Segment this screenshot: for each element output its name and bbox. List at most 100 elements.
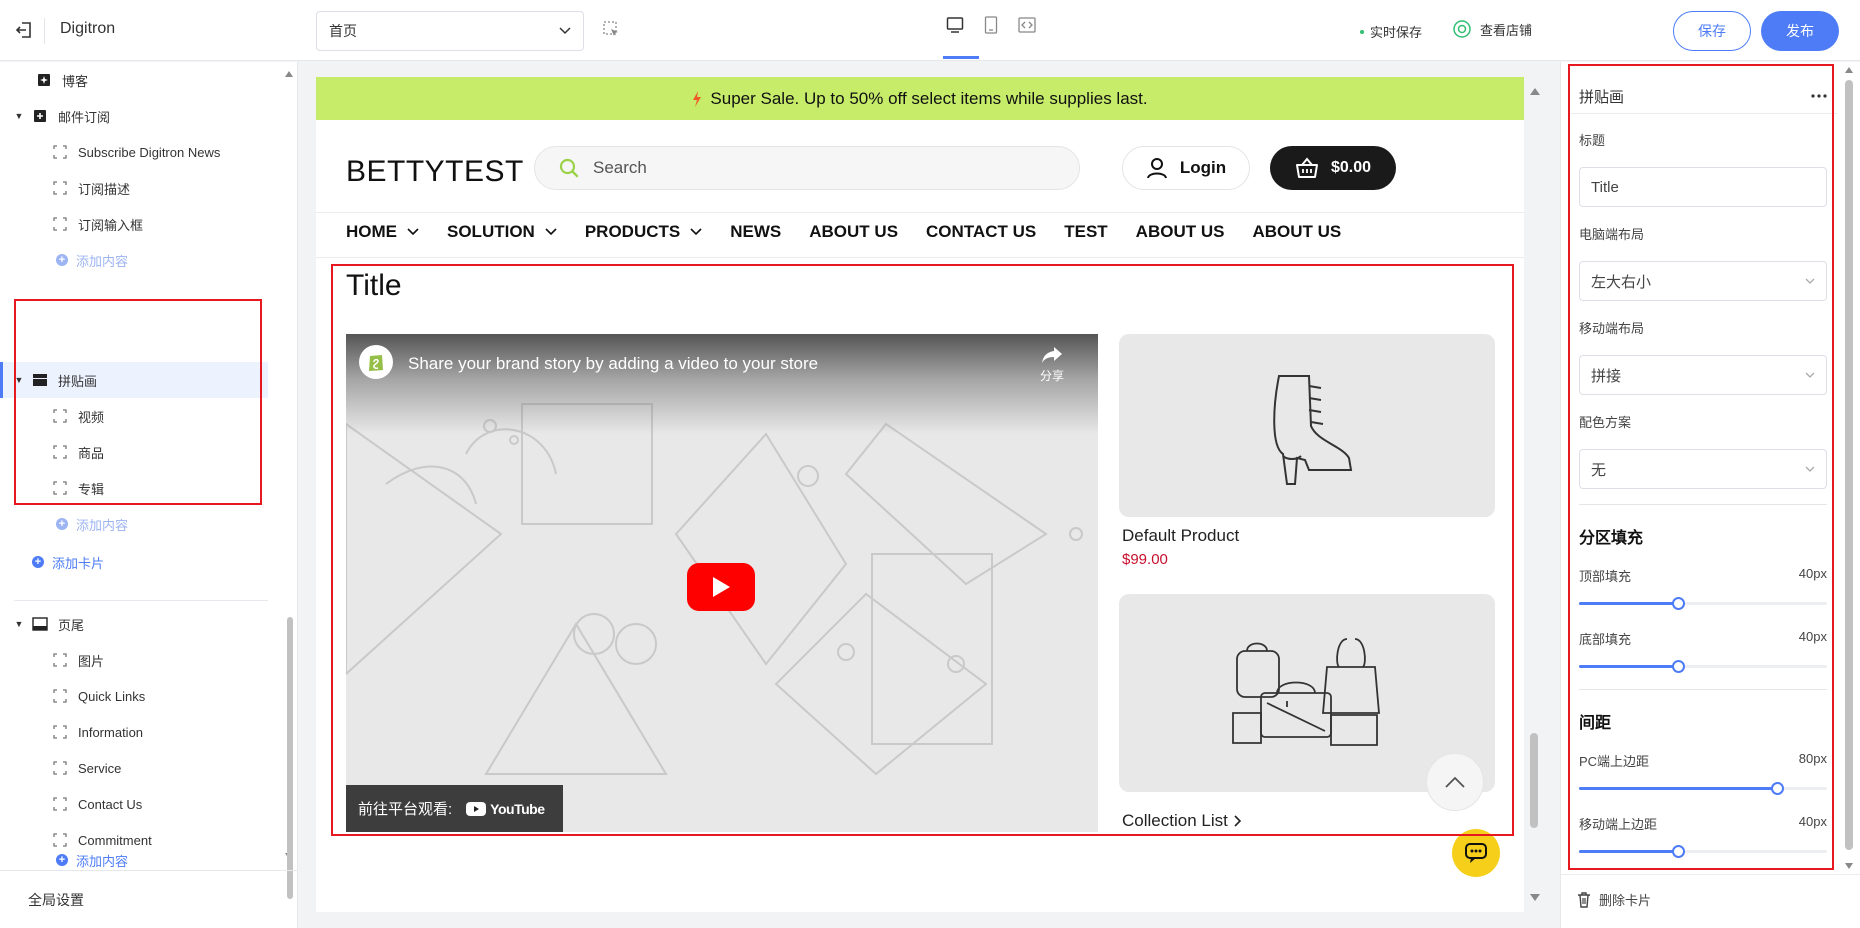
nav-item-contact-us[interactable]: CONTACT US (926, 222, 1036, 242)
tree-subitem[interactable]: 订阅输入框 (52, 206, 143, 242)
nav-item-solution[interactable]: SOLUTION (447, 222, 557, 242)
autosave-status: 实时保存 (1360, 22, 1422, 41)
selected-section-frame (331, 264, 1514, 836)
nav-item-about-us[interactable]: ABOUT US (1252, 222, 1341, 242)
login-label: Login (1179, 158, 1227, 177)
store-header: BETTYTEST Search Login $0.00 (316, 120, 1524, 212)
settings-panel: 拼贴画 标题 电脑端布局 左大右小 移动端布局 拼接 配色方案 无 分区填充 顶… (1560, 62, 1860, 928)
nav-item-products[interactable]: PRODUCTS (585, 222, 702, 242)
login-button[interactable]: Login (1122, 146, 1250, 190)
nav-label: ABOUT US (1252, 222, 1342, 241)
caret-down-icon[interactable]: ▼ (14, 111, 24, 121)
tree-subitem[interactable]: 图片 (52, 642, 104, 678)
plus-circle-icon: + (56, 518, 68, 530)
sidebar-scroll-thumb[interactable] (287, 617, 293, 899)
tree-subitem-label: Subscribe Digitron News (78, 144, 221, 160)
fullscreen-view-icon[interactable] (1016, 14, 1038, 36)
scroll-down-icon[interactable] (1529, 893, 1541, 902)
tree-item-email-subscription[interactable]: ▼ 邮件订阅 (14, 98, 110, 134)
view-store-link[interactable]: 查看店铺 (1452, 19, 1532, 39)
topbar-divider (44, 18, 45, 44)
block-icon (52, 180, 68, 196)
search-placeholder: Search (593, 158, 647, 177)
tree-subitem[interactable]: Subscribe Digitron News (52, 134, 220, 170)
scroll-down-icon[interactable] (1844, 862, 1854, 870)
tree-item-label: 博客 (62, 73, 89, 89)
store-search-input[interactable]: Search (534, 146, 1080, 190)
nav-label: ABOUT US (1135, 222, 1225, 241)
page-select[interactable]: 首页 (316, 11, 584, 51)
nav-item-test[interactable]: TEST (1064, 222, 1107, 242)
plus-square-icon (32, 108, 48, 124)
preview-scroll-thumb[interactable] (1530, 733, 1538, 828)
device-switcher (944, 14, 1038, 36)
caret-down-icon[interactable]: ▼ (14, 619, 24, 629)
announcement-bar[interactable]: Super Sale. Up to 50% off select items w… (316, 77, 1524, 120)
section-sidebar: 博客 ▼ 邮件订阅 Subscribe Digitron News 订阅描述 订… (0, 62, 298, 928)
publish-button[interactable]: 发布 (1761, 11, 1839, 51)
plus-circle-icon: + (56, 254, 68, 266)
chevron-down-icon (545, 228, 557, 236)
autosave-label: 实时保存 (1370, 25, 1423, 40)
tree-subitem[interactable]: Quick Links (52, 678, 145, 714)
view-store-label: 查看店铺 (1480, 22, 1533, 38)
top-bar: Digitron 首页 实时保存 查看店铺 保存 发布 (0, 0, 1860, 61)
nav-item-about-us[interactable]: ABOUT US (809, 222, 898, 242)
desktop-view-icon[interactable] (944, 14, 966, 36)
nav-label: SOLUTION (447, 222, 535, 241)
eye-icon (1453, 20, 1471, 38)
select-element-icon[interactable] (602, 20, 622, 40)
nav-item-about-us[interactable]: ABOUT US (1136, 222, 1225, 242)
search-icon (559, 158, 579, 178)
nav-item-home[interactable]: HOME (346, 222, 419, 242)
nav-item-news[interactable]: NEWS (730, 222, 781, 242)
nav-label: CONTACT US (926, 222, 1037, 241)
panel-highlight-frame (1568, 64, 1834, 870)
nav-label: ABOUT US (809, 222, 899, 241)
chevron-down-icon (559, 27, 571, 35)
tree-subitem[interactable]: Information (52, 714, 143, 750)
scroll-up-icon[interactable] (1844, 66, 1854, 74)
add-content-link[interactable]: + 添加内容 (56, 242, 128, 278)
nav-label: NEWS (730, 222, 782, 241)
footer-icon (32, 616, 48, 632)
panel-scroll-thumb[interactable] (1845, 80, 1853, 850)
user-icon (1146, 158, 1167, 179)
tablet-view-icon[interactable] (980, 14, 1002, 36)
save-button[interactable]: 保存 (1673, 11, 1751, 51)
tree-subitem[interactable]: 订阅描述 (52, 170, 130, 206)
chevron-down-icon (407, 228, 419, 236)
nav-label: HOME (346, 222, 397, 241)
highlight-frame (14, 299, 262, 505)
add-card-link[interactable]: + 添加卡片 (32, 544, 104, 580)
plus-circle-icon: + (32, 556, 44, 568)
tree-subitem-label: 图片 (78, 653, 105, 669)
exit-icon[interactable] (12, 18, 36, 42)
cart-button[interactable]: $0.00 (1270, 146, 1396, 190)
chat-button[interactable] (1452, 829, 1500, 877)
nav-label: PRODUCTS (584, 222, 681, 241)
tree-item-footer[interactable]: ▼ 页尾 (14, 606, 84, 642)
block-icon (52, 796, 68, 812)
block-icon (52, 652, 68, 668)
chevron-down-icon (690, 228, 702, 236)
add-content-link[interactable]: + 添加内容 (56, 506, 128, 542)
global-settings-button[interactable]: 全局设置 (0, 870, 298, 928)
tree-subitem[interactable]: Service (52, 750, 121, 786)
scroll-up-icon[interactable] (1529, 87, 1541, 96)
store-logo[interactable]: BETTYTEST (346, 155, 524, 189)
tree-item-blog[interactable]: 博客 (18, 62, 88, 98)
editor-root: Digitron 首页 实时保存 查看店铺 保存 发布 博客 ▼ 邮件订阅 Su… (0, 0, 1860, 928)
tree-subitem-label: Contact Us (78, 796, 143, 812)
tree-subitem-label: Service (78, 760, 122, 776)
delete-card-label: 删除卡片 (1599, 893, 1652, 908)
scroll-up-icon[interactable] (284, 70, 294, 78)
tree-subitem-label: Quick Links (78, 688, 146, 704)
tree-subitem[interactable]: Contact Us (52, 786, 142, 822)
blog-icon (36, 72, 52, 88)
delete-card-button[interactable]: 删除卡片 (1577, 890, 1651, 909)
divider (1561, 874, 1860, 875)
tree-subitem-label: 订阅描述 (78, 181, 131, 197)
add-content-label: 添加内容 (76, 517, 129, 533)
trash-icon (1578, 891, 1590, 908)
